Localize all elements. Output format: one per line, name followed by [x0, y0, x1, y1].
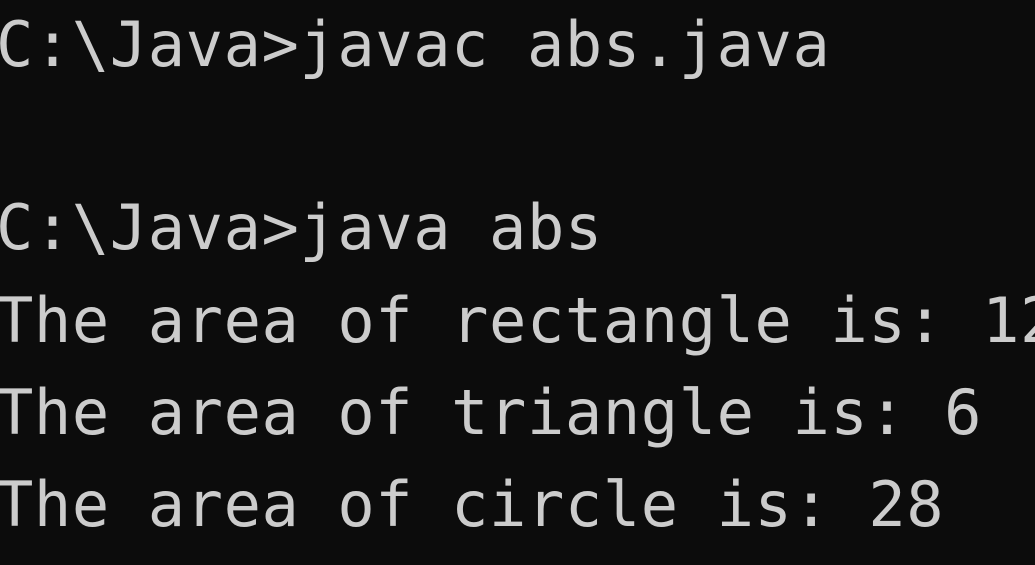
output-line-rectangle: The area of rectangle is: 12 [0, 284, 1035, 357]
output-line-triangle: The area of triangle is: 6 [0, 376, 983, 449]
output-line-circle: The area of circle is: 28 [0, 468, 945, 541]
console-window[interactable]: C:\Java>javac abs.java C:\Java>java abs … [0, 0, 1035, 565]
command-line-javac: C:\Java>javac abs.java [0, 8, 831, 81]
command-line-java: C:\Java>java abs [0, 191, 603, 264]
